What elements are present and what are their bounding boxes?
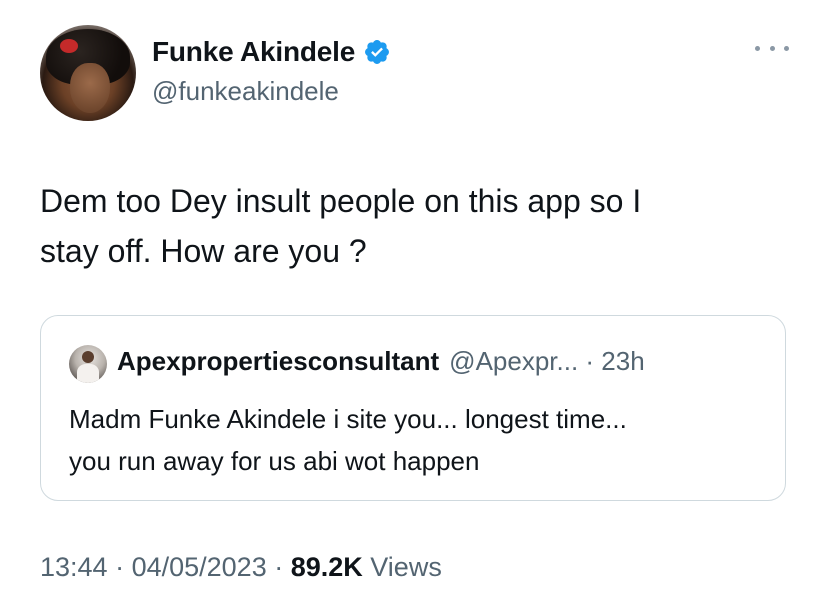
quoted-text-line: you run away for us abi wot happen (69, 446, 480, 476)
quoted-author-name: Apexpropertiesconsultant (117, 346, 440, 376)
dot (769, 45, 775, 51)
tweet-text: Dem too Dey insult people on this app so… (40, 176, 780, 276)
quoted-text-line: Madm Funke Akindele i site you... longes… (69, 404, 627, 434)
quoted-tweet-text: Madm Funke Akindele i site you... longes… (69, 398, 769, 482)
dot (755, 45, 760, 51)
quoted-tweet-header: Apexpropertiesconsultant @Apexpr... · 23… (117, 346, 645, 377)
quoted-author-avatar (69, 345, 107, 383)
tweet-date[interactable]: 04/05/2023 (132, 552, 267, 582)
tweet-time[interactable]: 13:44 (40, 552, 108, 582)
tweet-text-line: stay off. How are you ? (40, 233, 367, 269)
dot (784, 45, 789, 51)
author-name[interactable]: Funke Akindele (152, 36, 391, 68)
author-avatar[interactable] (40, 25, 136, 121)
more-options-icon[interactable] (755, 40, 789, 56)
views-label: Views (362, 552, 442, 582)
verified-badge-icon (365, 40, 390, 64)
avatar-face (70, 63, 110, 113)
separator: · (266, 552, 291, 582)
avatar-flower (60, 39, 78, 53)
quoted-tweet-card[interactable]: Apexpropertiesconsultant @Apexpr... · 23… (40, 315, 786, 501)
tweet-text-line: Dem too Dey insult people on this app so… (40, 183, 642, 219)
author-name-text[interactable]: Funke Akindele (152, 36, 355, 68)
tweet-footer: 13:44 · 04/05/2023 · 89.2K Views (40, 552, 442, 583)
separator: · (107, 552, 132, 582)
views-count[interactable]: 89.2K (291, 552, 363, 582)
author-handle[interactable]: @funkeakindele (152, 76, 339, 107)
quoted-tweet-meta: @Apexpr... · 23h (449, 346, 645, 376)
